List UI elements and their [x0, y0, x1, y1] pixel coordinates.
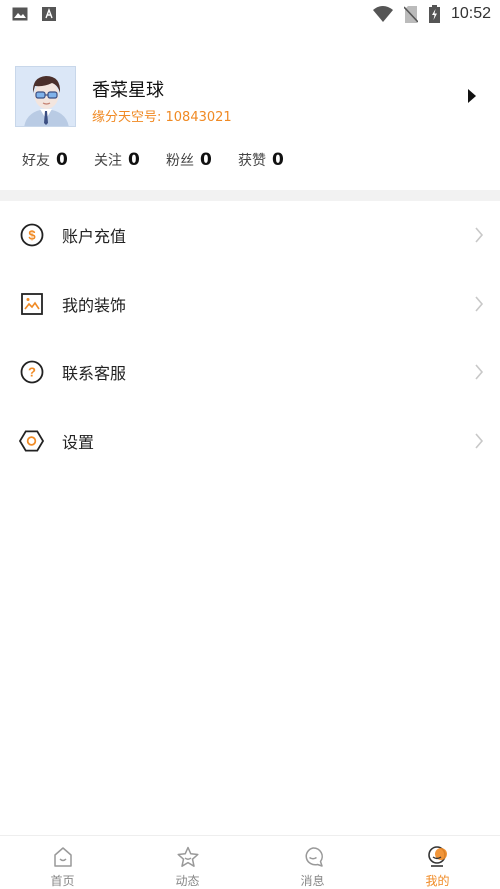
user-id: 缘分天空号: 10843021 — [92, 110, 232, 125]
nav-label: 消息 — [300, 874, 325, 888]
menu-label: 设置 — [62, 432, 95, 452]
nav-item-messages[interactable]: 消息 — [250, 836, 375, 889]
nav-label: 首页 — [50, 874, 75, 888]
chevron-right-icon — [474, 227, 484, 243]
text-notification-icon — [42, 7, 56, 21]
chevron-right-icon — [474, 296, 484, 312]
stat-friends[interactable]: 好友 0 — [22, 150, 94, 176]
image-notification-icon — [12, 7, 28, 21]
caret-right-icon[interactable] — [466, 88, 478, 104]
home-icon — [51, 845, 75, 869]
avatar[interactable] — [15, 66, 76, 127]
stat-label: 粉丝 — [166, 153, 194, 169]
stat-label: 获赞 — [238, 153, 266, 169]
avatar-glasses-man-icon — [16, 67, 75, 126]
status-bar: 10:52 — [0, 0, 500, 28]
nav-item-feed[interactable]: 动态 — [125, 836, 250, 889]
stat-label: 关注 — [94, 153, 122, 169]
stat-fans[interactable]: 粉丝 0 — [166, 150, 238, 176]
coin-dollar-icon: $ — [19, 223, 44, 248]
svg-text:?: ? — [28, 365, 36, 380]
stat-label: 好友 — [22, 153, 50, 169]
hexagon-settings-icon — [19, 428, 44, 453]
menu-item-recharge[interactable]: $ 账户充值 — [0, 201, 500, 270]
menu-label: 我的装饰 — [62, 295, 127, 315]
section-divider — [0, 190, 500, 201]
question-circle-icon: ? — [19, 360, 44, 385]
stat-likes[interactable]: 获赞 0 — [238, 150, 310, 176]
stat-value: 0 — [200, 150, 212, 170]
nav-label: 我的 — [425, 874, 450, 888]
profile-icon — [426, 845, 450, 869]
stat-value: 0 — [56, 150, 68, 170]
username: 香菜星球 — [92, 80, 164, 101]
menu-item-settings[interactable]: 设置 — [0, 407, 500, 476]
svg-text:$: $ — [28, 228, 36, 243]
wifi-icon — [372, 6, 393, 22]
nav-item-home[interactable]: 首页 — [0, 836, 125, 889]
nav-item-mine[interactable]: 我的 — [375, 836, 500, 889]
bottom-nav: 首页 动态 消息 我的 — [0, 835, 500, 889]
stat-value: 0 — [272, 150, 284, 170]
profile-header[interactable]: 香菜星球 缘分天空号: 10843021 — [0, 64, 500, 128]
picture-frame-icon — [19, 291, 44, 316]
nav-label: 动态 — [175, 874, 200, 888]
star-icon — [176, 845, 200, 869]
chevron-right-icon — [474, 433, 484, 449]
stats-row: 好友 0 关注 0 粉丝 0 获赞 0 — [0, 150, 500, 176]
message-bubble-icon — [301, 845, 325, 869]
menu-list: $ 账户充值 我的装饰 ? 联系客服 设置 — [0, 201, 500, 475]
menu-label: 联系客服 — [62, 364, 127, 384]
no-sim-icon — [403, 5, 418, 23]
menu-item-decoration[interactable]: 我的装饰 — [0, 270, 500, 339]
stat-value: 0 — [128, 150, 140, 170]
stat-following[interactable]: 关注 0 — [94, 150, 166, 176]
chevron-right-icon — [474, 364, 484, 380]
menu-item-customer-service[interactable]: ? 联系客服 — [0, 338, 500, 407]
menu-label: 账户充值 — [62, 227, 127, 247]
battery-charging-icon — [428, 5, 440, 23]
status-time: 10:52 — [450, 5, 491, 22]
status-left — [12, 7, 56, 21]
status-right: 10:52 — [372, 5, 491, 23]
